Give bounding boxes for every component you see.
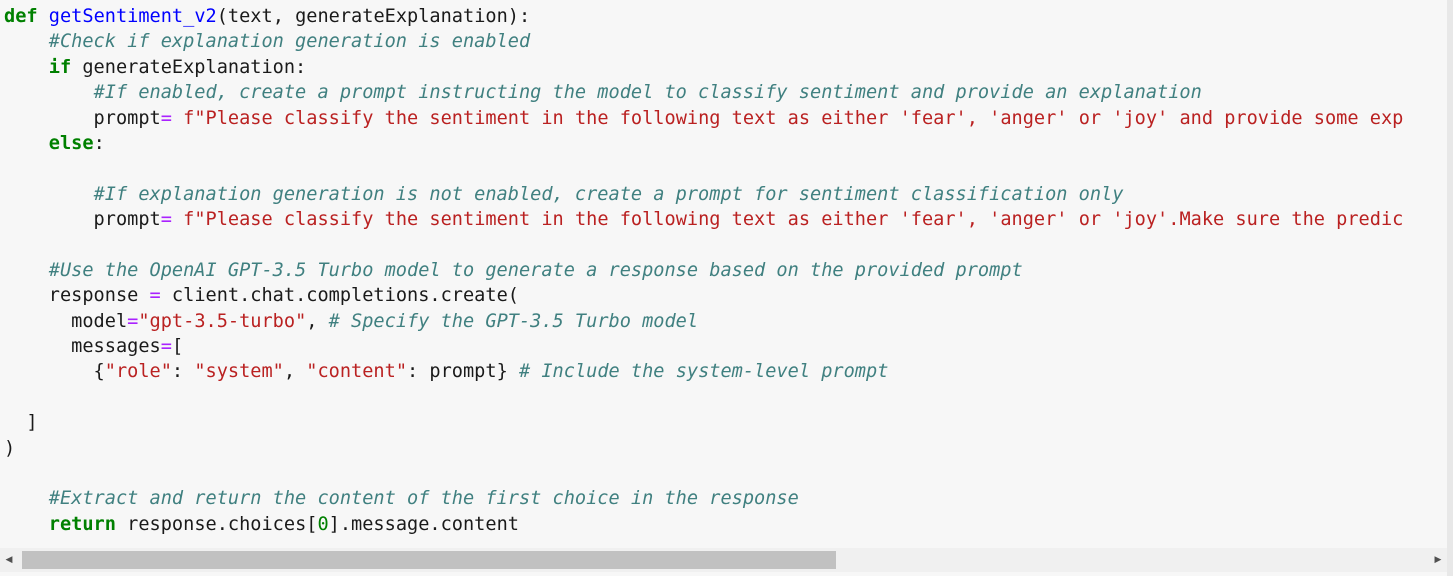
code-line: ) bbox=[4, 436, 1403, 461]
code-token: , bbox=[306, 310, 329, 332]
code-token: = bbox=[149, 285, 161, 307]
code-token: response bbox=[4, 285, 150, 307]
code-line: {"role": "system", "content": prompt} # … bbox=[4, 359, 1403, 384]
code-token: if bbox=[48, 56, 72, 78]
code-token: #Check if explanation generation is enab… bbox=[48, 31, 531, 53]
code-token: 0 bbox=[317, 513, 329, 535]
code-token: getSentiment_v2 bbox=[48, 6, 217, 27]
code-token: : bbox=[171, 361, 195, 383]
code-token: ] bbox=[4, 412, 38, 434]
code-line: return response.choices[0].message.conte… bbox=[4, 512, 1403, 537]
code-line: #Use the OpenAI GPT-3.5 Turbo model to g… bbox=[4, 258, 1403, 283]
code-token: # Include the system-level prompt bbox=[518, 361, 889, 383]
code-token: "role" bbox=[104, 361, 172, 383]
code-token: = bbox=[160, 336, 172, 358]
scroll-left-icon[interactable]: ◀ bbox=[0, 548, 18, 572]
scrollbar-track[interactable] bbox=[22, 551, 1425, 569]
code-token: messages bbox=[4, 336, 161, 358]
code-token: prompt bbox=[4, 209, 161, 231]
horizontal-scrollbar[interactable]: ◀ ▶ bbox=[0, 548, 1447, 572]
code-token: return bbox=[48, 513, 116, 535]
code-line: def getSentiment_v2(text, generateExplan… bbox=[4, 4, 1403, 29]
code-token: ) bbox=[4, 437, 16, 459]
code-line: #Extract and return the content of the f… bbox=[4, 486, 1403, 511]
code-token: : prompt} bbox=[407, 361, 519, 383]
code-token: # Specify the GPT-3.5 Turbo model bbox=[328, 310, 699, 332]
code-token: = bbox=[160, 209, 172, 231]
code-token: def bbox=[4, 6, 38, 27]
code-token: #Extract and return the content of the f… bbox=[48, 488, 799, 510]
code-token: f"Please classify the sentiment in the f… bbox=[183, 209, 1404, 231]
code-token: = bbox=[127, 310, 139, 332]
code-token: , bbox=[283, 361, 307, 383]
code-line: #Check if explanation generation is enab… bbox=[4, 29, 1403, 54]
code-lines[interactable]: def getSentiment_v2(text, generateExplan… bbox=[4, 4, 1403, 537]
code-token: : bbox=[93, 132, 105, 154]
code-token: f"Please classify the sentiment in the f… bbox=[183, 107, 1404, 129]
code-token: "content" bbox=[306, 361, 408, 383]
code-token: client.chat.completions.create( bbox=[160, 285, 519, 307]
code-line: prompt= f"Please classify the sentiment … bbox=[4, 207, 1404, 232]
code-line: #If enabled, create a prompt instructing… bbox=[4, 80, 1403, 105]
code-token: model bbox=[4, 310, 128, 332]
code-cell[interactable]: def getSentiment_v2(text, generateExplan… bbox=[0, 0, 1453, 576]
code-token: = bbox=[160, 107, 172, 129]
code-line: messages=[ bbox=[4, 334, 1403, 359]
cell-right-border bbox=[1447, 0, 1453, 576]
code-token: "gpt-3.5-turbo" bbox=[138, 310, 307, 332]
code-editor[interactable]: def getSentiment_v2(text, generateExplan… bbox=[0, 0, 1447, 548]
code-line: ] bbox=[4, 410, 1403, 435]
code-token: { bbox=[4, 361, 105, 383]
code-token: response.choices[ bbox=[115, 513, 318, 535]
code-line: prompt= f"Please classify the sentiment … bbox=[4, 106, 1404, 131]
code-token: #If enabled, create a prompt instructing… bbox=[93, 82, 1202, 104]
code-line: response = client.chat.completions.creat… bbox=[4, 283, 1403, 308]
code-token: "system" bbox=[194, 361, 284, 383]
scrollbar-thumb[interactable] bbox=[22, 551, 836, 569]
code-line: else: bbox=[4, 131, 1403, 156]
code-token: ].message.content bbox=[328, 513, 519, 535]
code-token: prompt bbox=[4, 107, 161, 129]
scroll-right-icon[interactable]: ▶ bbox=[1429, 548, 1447, 572]
code-token: #Use the OpenAI GPT-3.5 Turbo model to g… bbox=[48, 259, 1023, 281]
code-token: [ bbox=[171, 336, 184, 358]
code-line: model="gpt-3.5-turbo", # Specify the GPT… bbox=[4, 309, 1403, 334]
code-line: if generateExplanation: bbox=[4, 55, 1403, 80]
code-token: (text, generateExplanation): bbox=[216, 6, 531, 27]
code-token: generateExplanation: bbox=[71, 56, 307, 78]
code-token: #If explanation generation is not enable… bbox=[93, 183, 1124, 205]
code-line: #If explanation generation is not enable… bbox=[4, 182, 1403, 207]
code-token: else bbox=[48, 132, 94, 154]
